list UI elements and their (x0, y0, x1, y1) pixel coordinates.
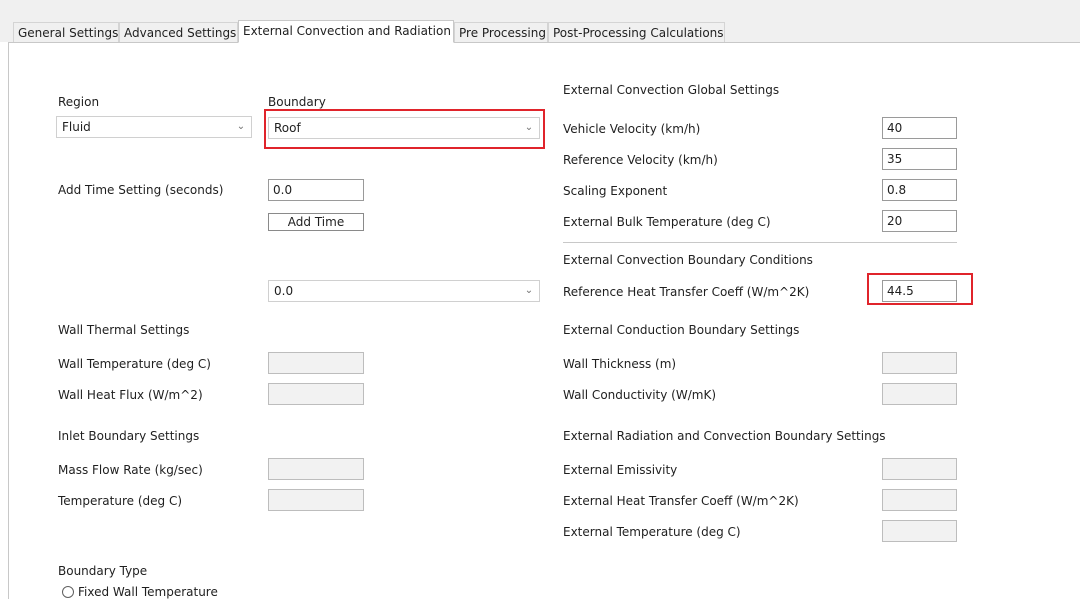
bulk-temperature-input[interactable]: 20 (882, 210, 957, 232)
tab-general-settings[interactable]: General Settings (13, 22, 119, 42)
add-time-input[interactable]: 0.0 (268, 179, 364, 201)
boundary-type-heading: Boundary Type (58, 564, 148, 578)
wall-thermal-heading: Wall Thermal Settings (58, 323, 190, 337)
section-divider (563, 242, 957, 243)
region-label: Region (58, 95, 100, 109)
wall-temperature-label: Wall Temperature (deg C) (58, 357, 211, 371)
time-select-value: 0.0 (274, 284, 294, 298)
region-select[interactable]: Fluid ⌄ (56, 116, 252, 138)
add-time-label: Add Time Setting (seconds) (58, 183, 224, 197)
wall-temperature-field[interactable] (268, 352, 364, 374)
scaling-exponent-input[interactable]: 0.8 (882, 179, 957, 201)
reference-htc-label: Reference Heat Transfer Coeff (W/m^2K) (563, 285, 810, 299)
chevron-down-icon: ⌄ (524, 122, 534, 133)
inlet-temperature-label: Temperature (deg C) (58, 494, 183, 508)
emissivity-field[interactable] (882, 458, 957, 480)
vehicle-velocity-input[interactable]: 40 (882, 117, 957, 139)
time-select[interactable]: 0.0 ⌄ (268, 280, 540, 302)
chevron-down-icon: ⌄ (524, 285, 534, 296)
mass-flow-rate-field[interactable] (268, 458, 364, 480)
tab-advanced-settings[interactable]: Advanced Settings (119, 22, 238, 42)
wall-thickness-label: Wall Thickness (m) (563, 357, 677, 371)
inlet-boundary-heading: Inlet Boundary Settings (58, 429, 200, 443)
region-select-value: Fluid (62, 120, 91, 134)
external-temperature-label: External Temperature (deg C) (563, 525, 741, 539)
radiation-heading: External Radiation and Convection Bounda… (563, 429, 886, 443)
tab-pre-processing[interactable]: Pre Processing (454, 22, 548, 42)
inlet-temperature-field[interactable] (268, 489, 364, 511)
wall-conductivity-field[interactable] (882, 383, 957, 405)
conduction-heading: External Conduction Boundary Settings (563, 323, 800, 337)
emissivity-label: External Emissivity (563, 463, 678, 477)
vehicle-velocity-label: Vehicle Velocity (km/h) (563, 122, 701, 136)
external-htc-field[interactable] (882, 489, 957, 511)
scaling-exponent-label: Scaling Exponent (563, 184, 668, 198)
external-temperature-field[interactable] (882, 520, 957, 542)
tab-post-processing-calculations[interactable]: Post-Processing Calculations (548, 22, 725, 42)
reference-htc-input[interactable]: 44.5 (882, 280, 957, 302)
mass-flow-rate-label: Mass Flow Rate (kg/sec) (58, 463, 203, 477)
wall-conductivity-label: Wall Conductivity (W/mK) (563, 388, 717, 402)
global-settings-heading: External Convection Global Settings (563, 83, 780, 97)
convection-bc-heading: External Convection Boundary Conditions (563, 253, 813, 267)
fixed-wall-temperature-radio[interactable] (62, 586, 74, 598)
chevron-down-icon: ⌄ (236, 121, 246, 132)
wall-thickness-field[interactable] (882, 352, 957, 374)
boundary-select[interactable]: Roof ⌄ (268, 117, 540, 139)
boundary-label: Boundary (268, 95, 326, 109)
reference-velocity-label: Reference Velocity (km/h) (563, 153, 718, 167)
bulk-temperature-label: External Bulk Temperature (deg C) (563, 215, 771, 229)
tab-external-convection-radiation[interactable]: External Convection and Radiation (238, 20, 454, 43)
boundary-select-value: Roof (274, 121, 301, 135)
wall-heat-flux-field[interactable] (268, 383, 364, 405)
external-htc-label: External Heat Transfer Coeff (W/m^2K) (563, 494, 799, 508)
reference-velocity-input[interactable]: 35 (882, 148, 957, 170)
wall-heat-flux-label: Wall Heat Flux (W/m^2) (58, 388, 203, 402)
add-time-button[interactable]: Add Time (268, 213, 364, 231)
